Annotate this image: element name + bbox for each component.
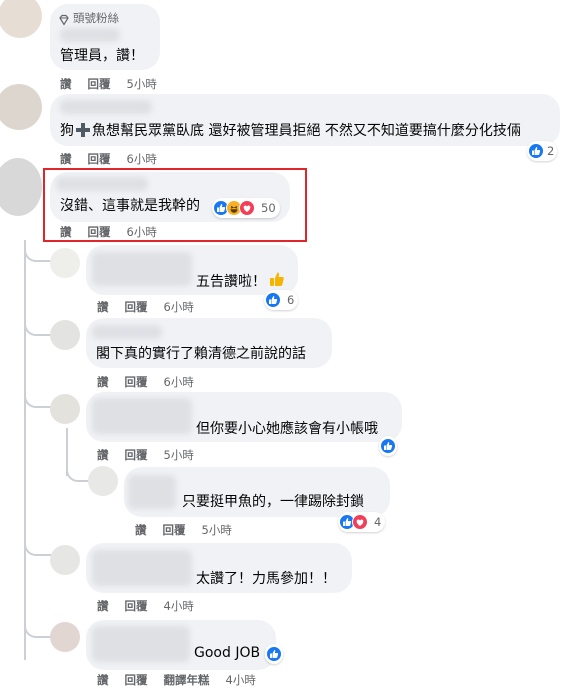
comment-actions: 讚回覆 5小時	[60, 76, 173, 92]
comment-actions: 讚回覆 6小時	[60, 151, 173, 167]
comment-text: 但你要小心她應該會有小帳哦	[196, 421, 378, 437]
reaction-summary[interactable]	[379, 436, 397, 456]
comment-text: Good JOB	[194, 645, 261, 661]
reply-link[interactable]: 回覆	[88, 151, 111, 167]
timestamp[interactable]: 4小時	[164, 598, 194, 614]
like-link[interactable]: 讚	[97, 598, 109, 614]
thread-branch	[24, 540, 52, 556]
comment-actions: 讚回覆 翻譯年糕 4小時	[97, 672, 272, 688]
avatar[interactable]	[50, 622, 80, 652]
redacted-username	[92, 626, 190, 662]
reply-link[interactable]: 回覆	[125, 299, 148, 315]
like-reaction-icon	[266, 646, 282, 662]
like-link[interactable]: 讚	[97, 374, 109, 390]
redacted-username	[92, 252, 192, 286]
comment-text: 狗魚想幫民眾黨臥底 還好被管理員拒絕 不然又不知道要搞什麼分化技倆	[60, 122, 521, 139]
love-reaction-icon	[352, 514, 368, 530]
avatar[interactable]	[0, 0, 42, 38]
reaction-summary[interactable]: 4	[338, 512, 386, 532]
reaction-summary[interactable]	[265, 644, 283, 664]
reply-link[interactable]: 回覆	[88, 76, 111, 92]
thumbs-up-icon	[268, 270, 286, 288]
like-link[interactable]: 讚	[60, 151, 72, 167]
timestamp[interactable]: 6小時	[164, 299, 194, 315]
comment-actions: 讚回覆 5小時	[135, 522, 248, 538]
reaction-count: 4	[374, 515, 382, 529]
redacted-username	[60, 28, 120, 42]
redacted-username	[92, 325, 162, 339]
thread-branch	[24, 244, 52, 262]
diamond-badge-icon	[58, 11, 70, 26]
avatar[interactable]	[50, 394, 80, 424]
reply-link[interactable]: 回覆	[125, 672, 148, 688]
timestamp[interactable]: 5小時	[164, 447, 194, 463]
top-fan-badge: 頭號粉絲	[73, 11, 119, 25]
avatar[interactable]	[88, 466, 118, 496]
avatar[interactable]	[0, 158, 42, 216]
comment-text: 管理員，讚！	[60, 48, 144, 64]
comment-actions: 讚回覆 5小時	[97, 447, 210, 463]
like-link[interactable]: 讚	[97, 299, 109, 315]
like-link[interactable]: 讚	[97, 447, 109, 463]
like-link[interactable]: 讚	[60, 76, 72, 92]
reaction-summary[interactable]: 6	[264, 290, 299, 310]
comment-actions: 讚回覆 6小時	[97, 374, 210, 390]
like-reaction-icon	[528, 143, 544, 159]
timestamp[interactable]: 5小時	[202, 522, 232, 538]
reply-link[interactable]: 回覆	[125, 598, 148, 614]
timestamp[interactable]: 4小時	[226, 672, 256, 688]
redacted-username	[60, 100, 152, 114]
reply-link[interactable]: 回覆	[163, 522, 186, 538]
reply-link[interactable]: 回覆	[125, 374, 148, 390]
timestamp[interactable]: 6小時	[127, 151, 157, 167]
thread-branch	[66, 462, 90, 482]
avatar[interactable]	[50, 248, 80, 278]
reaction-count: 2	[547, 144, 555, 158]
highlight-box	[43, 168, 307, 242]
redacted-username	[92, 398, 192, 434]
avatar[interactable]	[50, 320, 80, 350]
comment-actions: 讚回覆 4小時	[97, 598, 210, 614]
timestamp[interactable]: 5小時	[127, 76, 157, 92]
heavy-plus-icon	[75, 122, 91, 138]
like-link[interactable]: 讚	[135, 522, 147, 538]
thread-branch	[24, 320, 52, 336]
reaction-count: 6	[287, 293, 295, 307]
comment-text: 閣下真的實行了賴清德之前說的話	[96, 346, 306, 362]
comment-text: 太讚了！力馬參加！！	[196, 571, 336, 587]
reaction-summary[interactable]: 2	[527, 141, 558, 161]
thread-branch	[24, 620, 52, 638]
redacted-username	[92, 550, 192, 586]
avatar[interactable]	[0, 84, 42, 130]
thread-branch	[24, 392, 52, 408]
comment-text: 五告讚啦！	[196, 274, 266, 290]
reply-link[interactable]: 回覆	[125, 447, 148, 463]
like-reaction-icon	[380, 438, 396, 454]
avatar[interactable]	[50, 545, 80, 575]
redacted-username	[128, 475, 176, 509]
comment-text: 只要挺甲魚的，一律踢除封鎖	[182, 494, 364, 510]
like-link[interactable]: 讚	[97, 672, 109, 688]
comment-actions: 讚回覆 6小時	[97, 299, 210, 315]
timestamp[interactable]: 6小時	[164, 374, 194, 390]
like-reaction-icon	[265, 292, 281, 308]
thread-line	[24, 240, 26, 660]
translate-link[interactable]: 翻譯年糕	[164, 672, 210, 688]
